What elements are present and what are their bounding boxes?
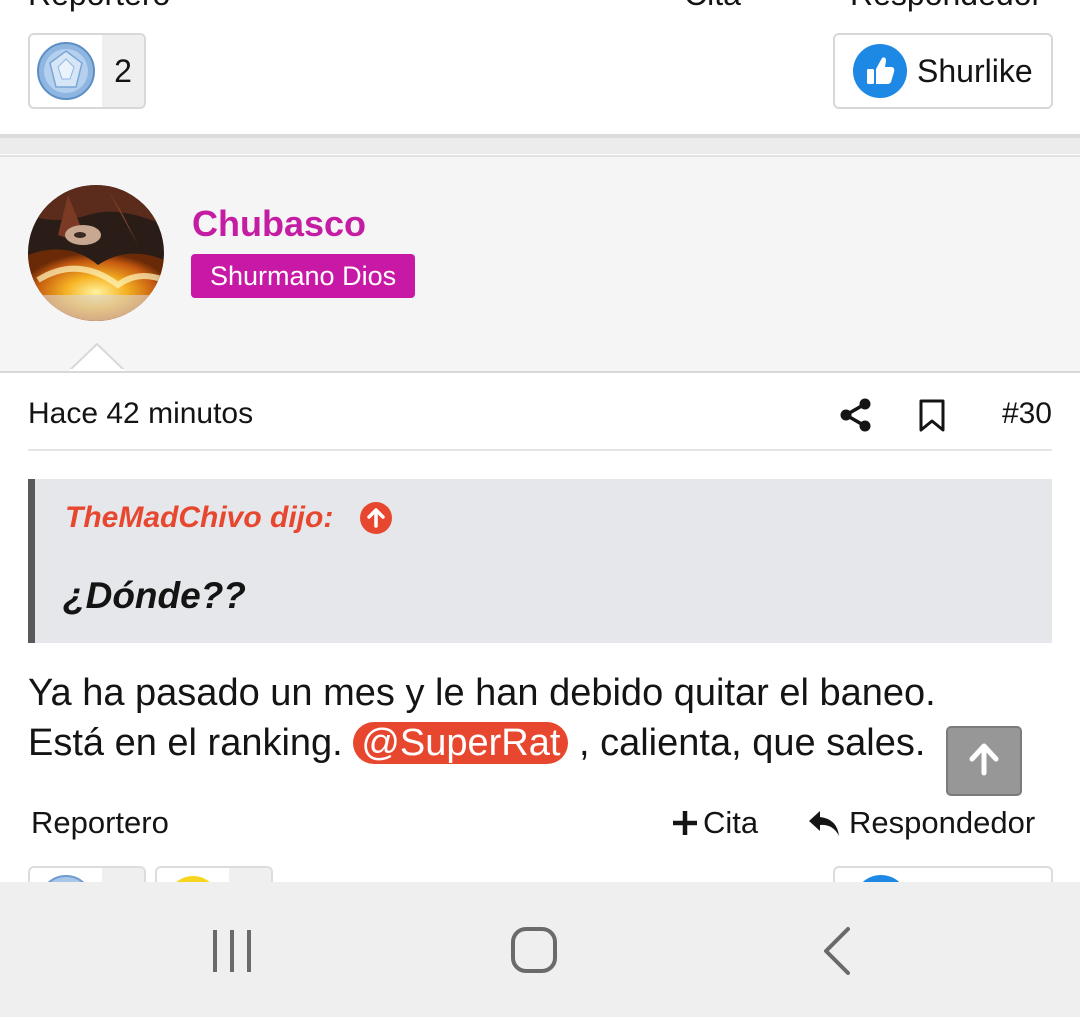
- quote-author[interactable]: TheMadChivo dijo:: [65, 501, 333, 535]
- post-body-text: Está en el ranking.: [28, 722, 354, 764]
- prev-report-link[interactable]: Reportero: [28, 0, 170, 13]
- user-title-badge: Shurmano Dios: [191, 254, 416, 298]
- post-body-text: , calienta, que sales.: [568, 722, 926, 764]
- user-mention[interactable]: @SuperRat: [353, 722, 569, 764]
- post-time[interactable]: Hace 42 minutos: [28, 397, 253, 431]
- home-icon[interactable]: [510, 926, 558, 979]
- shurlike-label: Shurlike: [917, 53, 1033, 89]
- post-author-name[interactable]: Chubasco: [192, 203, 366, 245]
- reply-link[interactable]: Respondedor: [849, 805, 1035, 841]
- arrow-up-circle-icon[interactable]: [360, 502, 392, 539]
- recent-apps-icon[interactable]: [210, 928, 254, 979]
- post-number[interactable]: #30: [1002, 397, 1052, 431]
- shurlike-button[interactable]: Shurlike: [833, 33, 1053, 109]
- post-actions: Reportero Cita Respondedor: [0, 805, 1080, 845]
- report-link[interactable]: Reportero: [31, 805, 169, 841]
- post-author-block: Chubasco Shurmano Dios: [0, 155, 1080, 373]
- scroll-to-top-button[interactable]: [946, 726, 1022, 796]
- post-gap: [0, 138, 1080, 154]
- plus-icon[interactable]: [671, 809, 699, 845]
- bookmark-icon[interactable]: [918, 399, 946, 438]
- author-pointer: [70, 343, 124, 371]
- reaction-count: 2: [102, 35, 144, 107]
- share-icon[interactable]: [839, 398, 873, 437]
- system-nav-bar: [0, 882, 1080, 1017]
- reply-icon[interactable]: [807, 809, 841, 847]
- arrow-up-icon: [966, 741, 1002, 782]
- post-body-line: Está en el ranking. @SuperRat , calienta…: [28, 718, 1058, 768]
- post-body: Ya ha pasado un mes y le han debido quit…: [28, 668, 1058, 768]
- thumbs-up-icon: [853, 44, 907, 103]
- prev-quote-link[interactable]: Cita: [684, 0, 741, 13]
- quote-link[interactable]: Cita: [703, 805, 758, 841]
- quote-block: TheMadChivo dijo: ¿Dónde??: [28, 479, 1052, 643]
- quote-text: ¿Dónde??: [63, 575, 246, 616]
- post-body-line: Ya ha pasado un mes y le han debido quit…: [28, 672, 936, 714]
- back-icon[interactable]: [820, 926, 854, 981]
- gem-icon: [30, 35, 102, 107]
- prev-reply-link[interactable]: Respondedor: [850, 0, 1042, 13]
- post-meta-bar: Hace 42 minutos #30: [28, 395, 1052, 451]
- avatar[interactable]: [28, 185, 164, 321]
- reaction-summary[interactable]: 2: [28, 33, 146, 109]
